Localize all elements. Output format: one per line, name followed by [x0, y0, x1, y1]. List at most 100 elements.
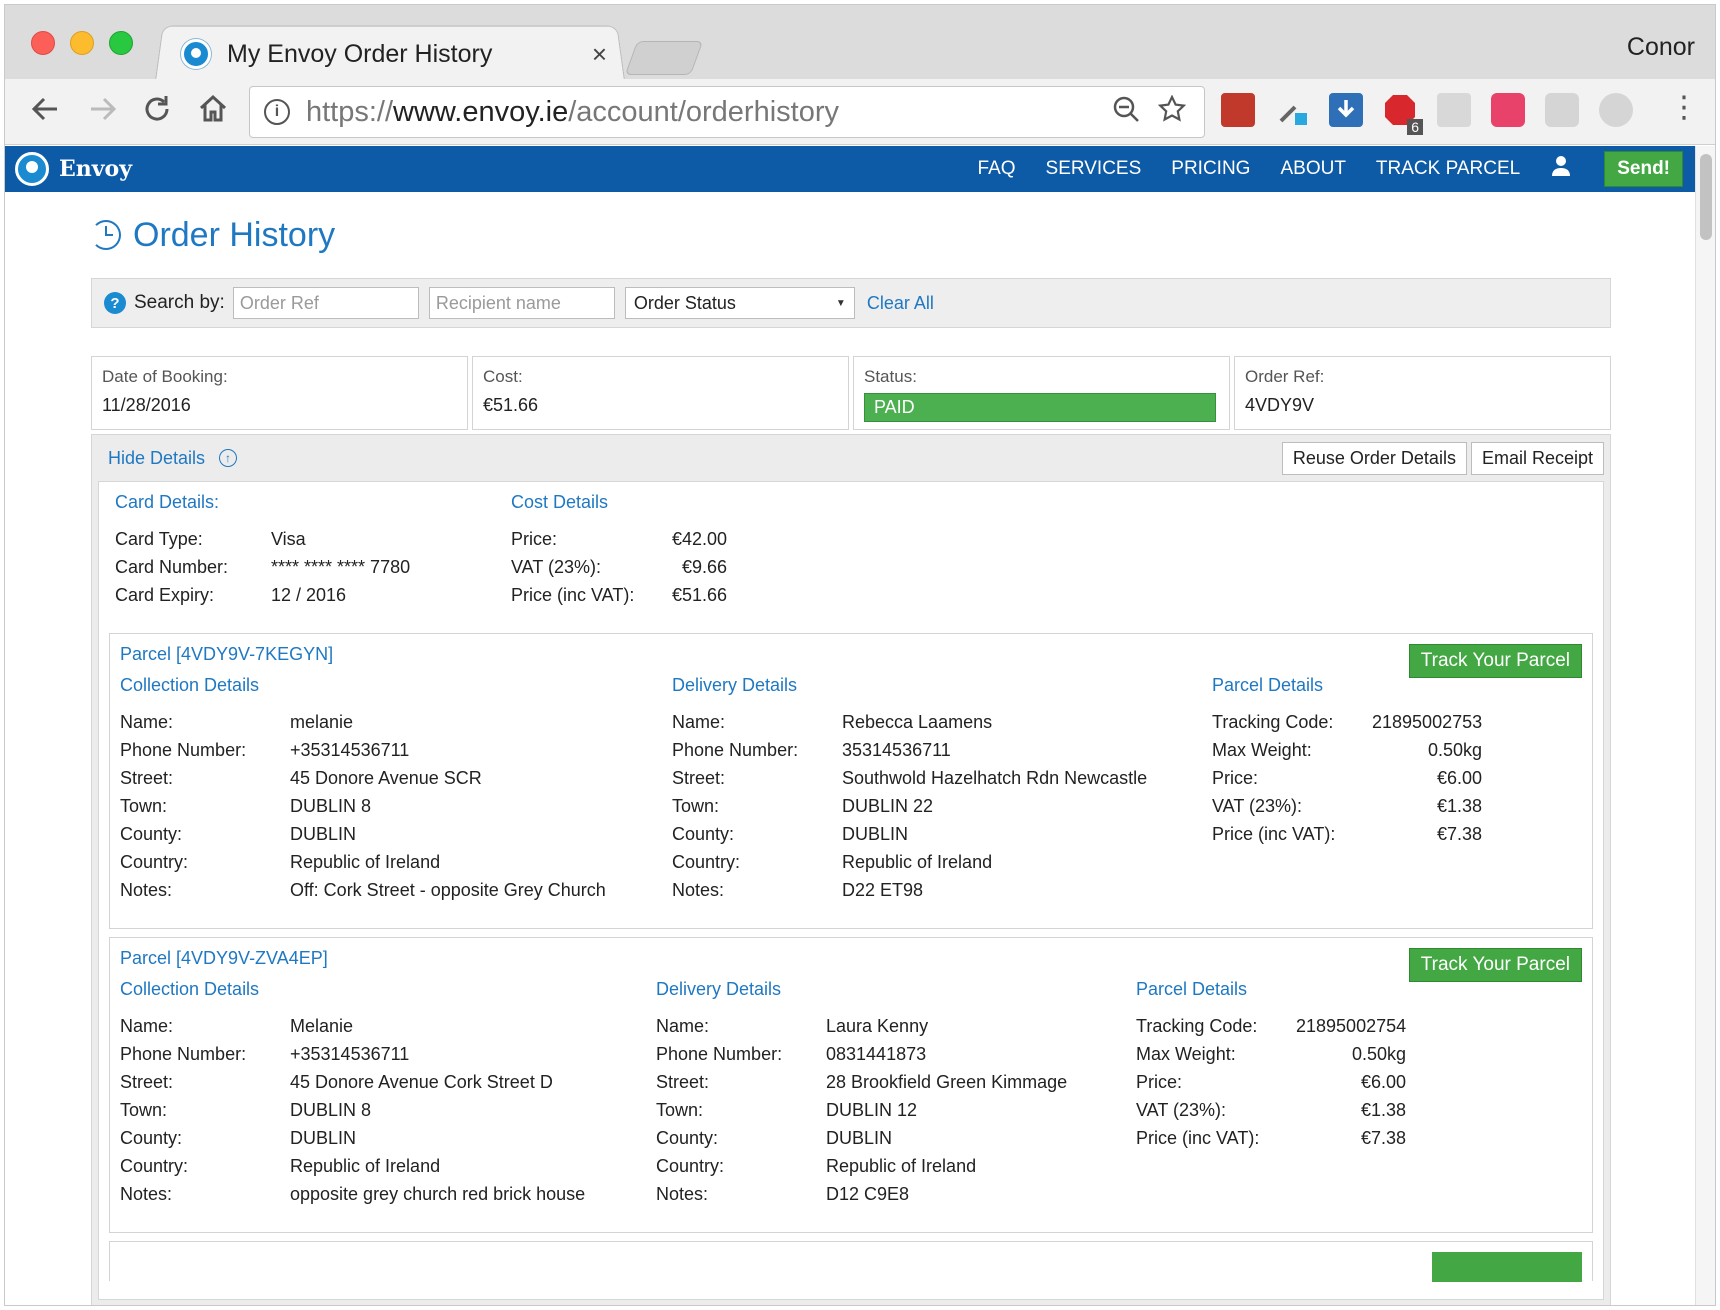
- detail-key: Notes:: [672, 880, 725, 900]
- detail-row: Notes: D22 ET98: [672, 876, 1212, 904]
- detail-value: Rebecca Laamens: [842, 712, 993, 732]
- email-receipt-button[interactable]: Email Receipt: [1470, 441, 1604, 475]
- detail-key: Name:: [120, 712, 174, 732]
- order-status-select[interactable]: Order Status ▼: [624, 287, 855, 319]
- nav-link-track-parcel[interactable]: TRACK PARCEL: [1376, 158, 1520, 180]
- adblock-extension-icon[interactable]: 6: [1383, 93, 1423, 135]
- detail-row: Name: melanie: [120, 708, 672, 736]
- detail-key: Street:: [656, 1072, 710, 1092]
- detail-key: Max Weight:: [1212, 740, 1312, 760]
- track-your-parcel-button[interactable]: Track Your Parcel: [1408, 948, 1582, 982]
- nav-link-faq[interactable]: FAQ: [978, 158, 1016, 180]
- detail-key: Phone Number:: [672, 740, 799, 760]
- order-ref-input[interactable]: [232, 287, 419, 319]
- new-tab-button[interactable]: [624, 41, 704, 75]
- nav-link-about[interactable]: ABOUT: [1280, 158, 1345, 180]
- nav-links: FAQ SERVICES PRICING ABOUT TRACK PARCEL …: [948, 146, 1683, 192]
- send-button[interactable]: Send!: [1604, 151, 1683, 187]
- home-icon[interactable]: [193, 89, 233, 129]
- url-text[interactable]: https://www.envoy.ie/account/orderhistor…: [306, 96, 1112, 129]
- parcel-title[interactable]: Parcel [4VDY9V-ZVA4EP]: [120, 948, 1582, 969]
- card-details-heading: Card Details:: [115, 492, 220, 512]
- detail-value: 21895002753: [1372, 712, 1483, 732]
- date-value: 11/28/2016: [102, 395, 191, 415]
- search-bar: ? Search by: Order Status ▼ Clear All: [91, 278, 1611, 328]
- detail-key: Town:: [120, 796, 168, 816]
- detail-row: Street: Southwold Hazelhatch Rdn Newcastl…: [672, 764, 1212, 792]
- nav-link-pricing[interactable]: PRICING: [1171, 158, 1250, 180]
- site-info-icon[interactable]: i: [264, 99, 290, 125]
- detail-row: Price (inc VAT): €7.38: [1136, 1124, 1406, 1152]
- camera-extension-icon[interactable]: [1545, 93, 1579, 127]
- parcel-title[interactable]: Parcel [4VDY9V-7KEGYN]: [120, 644, 1582, 665]
- page-title-text: Order History: [133, 215, 336, 254]
- detail-key: Name:: [120, 1016, 174, 1036]
- date-of-booking-cell: Date of Booking: 11/28/2016: [91, 356, 468, 430]
- details-actions: Reuse Order Details Email Receipt: [1281, 441, 1604, 475]
- forward-arrow-icon[interactable]: [83, 89, 123, 129]
- order-ref-value: 4VDY9V: [1245, 395, 1315, 415]
- nav-link-services[interactable]: SERVICES: [1046, 158, 1142, 180]
- parcel-card-partial: [109, 1241, 1593, 1282]
- user-account-icon[interactable]: [1552, 156, 1571, 182]
- page-scrollbar[interactable]: [1695, 146, 1715, 1305]
- title-bar: My Envoy Order History × Conor: [5, 5, 1715, 81]
- maximize-window-button[interactable]: [109, 31, 133, 55]
- detail-value: €1.38: [1436, 796, 1482, 816]
- play-extension-icon[interactable]: [1599, 93, 1633, 127]
- parcel-details: Parcel Details Tracking Code: 21895002753…: [1212, 675, 1482, 904]
- help-question-icon[interactable]: ?: [104, 292, 126, 314]
- detail-row: Name: Rebecca Laamens: [672, 708, 1212, 736]
- detail-value: 21895002754: [1296, 1016, 1407, 1036]
- detail-key: Price (inc VAT):: [1212, 824, 1336, 844]
- recipient-name-input[interactable]: [428, 287, 615, 319]
- collection-details: Collection Details Name: melanie Phone Nu…: [120, 675, 672, 904]
- cost-key: Price (inc VAT):: [511, 585, 635, 605]
- detail-row: VAT (23%): €1.38: [1212, 792, 1482, 820]
- cost-details-heading: Cost Details: [511, 492, 609, 512]
- cost-key: Price:: [511, 529, 558, 549]
- video-extension-icon[interactable]: [1491, 93, 1525, 127]
- track-your-parcel-button-partial[interactable]: [1432, 1252, 1582, 1282]
- pdf-extension-icon[interactable]: [1221, 93, 1255, 127]
- detail-key: Notes:: [120, 1184, 173, 1204]
- bookmark-star-icon[interactable]: [1157, 93, 1187, 130]
- browser-tab[interactable]: My Envoy Order History ×: [181, 29, 621, 79]
- zoom-icon[interactable]: [1112, 95, 1140, 130]
- back-arrow-icon[interactable]: [25, 89, 65, 129]
- cost-label: Cost:: [483, 367, 523, 386]
- hide-details-label: Hide Details: [108, 447, 206, 468]
- detail-row: Country: Republic of Ireland: [120, 848, 672, 876]
- scrollbar-thumb[interactable]: [1700, 154, 1712, 240]
- cost-details: Cost Details Price: €42.00 VAT (23%): €9.6…: [511, 492, 727, 609]
- reader-extension-icon[interactable]: [1437, 93, 1471, 127]
- detail-value: DUBLIN 8: [290, 1100, 372, 1120]
- detail-value: DUBLIN 8: [290, 796, 372, 816]
- page-title: Order History: [91, 214, 1611, 256]
- status-label: Status:: [864, 367, 917, 386]
- address-bar[interactable]: i https://www.envoy.ie/account/orderhist…: [249, 86, 1205, 138]
- close-window-button[interactable]: [31, 31, 55, 55]
- detail-row: Street: 28 Brookfield Green Kimmage: [656, 1068, 1136, 1096]
- detail-key: County:: [672, 824, 735, 844]
- collection-heading: Collection Details: [120, 979, 260, 999]
- payment-summary: Card Details: Card Type: Visa Card Number…: [109, 492, 1593, 609]
- reload-icon[interactable]: [137, 89, 177, 129]
- browser-menu-icon[interactable]: ⋮: [1669, 93, 1699, 123]
- detail-key: County:: [120, 824, 183, 844]
- brand-logo-link[interactable]: Envoy: [15, 152, 132, 186]
- detail-row: Tracking Code: 21895002753: [1212, 708, 1482, 736]
- minimize-window-button[interactable]: [70, 31, 94, 55]
- clear-all-link[interactable]: Clear All: [867, 293, 934, 314]
- detail-row: Phone Number: 0831441873: [656, 1040, 1136, 1068]
- close-tab-icon[interactable]: ×: [592, 39, 607, 70]
- hide-details-link[interactable]: Hide Details ↑: [108, 447, 238, 469]
- track-your-parcel-button[interactable]: Track Your Parcel: [1408, 644, 1582, 678]
- eyedropper-extension-icon[interactable]: [1275, 93, 1309, 127]
- download-extension-icon[interactable]: [1329, 93, 1363, 127]
- profile-name[interactable]: Conor: [1627, 33, 1695, 62]
- detail-value: €7.38: [1360, 1128, 1406, 1148]
- reuse-order-details-button[interactable]: Reuse Order Details: [1281, 441, 1467, 475]
- site-navbar: Envoy FAQ SERVICES PRICING ABOUT TRACK P…: [5, 146, 1697, 192]
- card-value: 12 / 2016: [271, 585, 347, 605]
